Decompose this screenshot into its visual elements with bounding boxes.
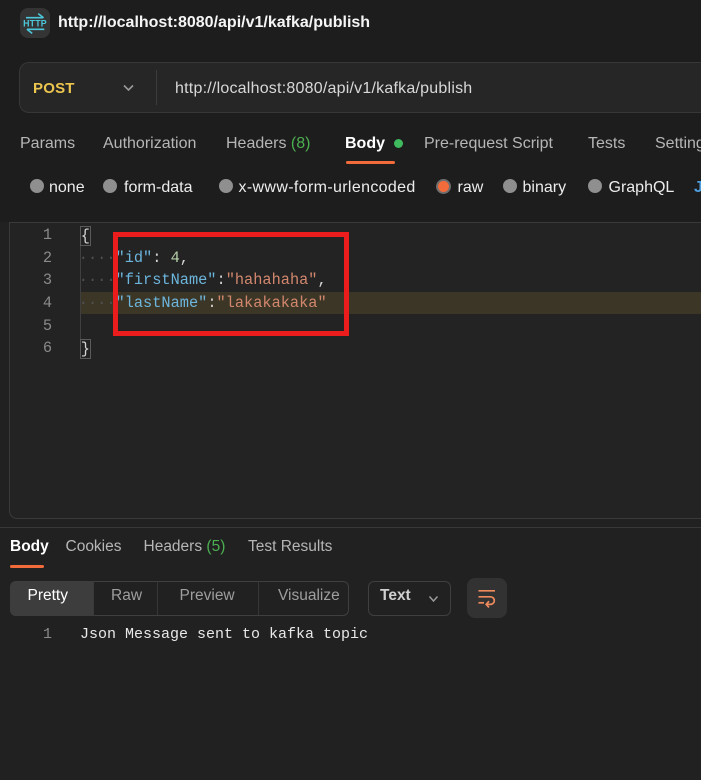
svg-text:HTTP: HTTP	[23, 19, 47, 29]
